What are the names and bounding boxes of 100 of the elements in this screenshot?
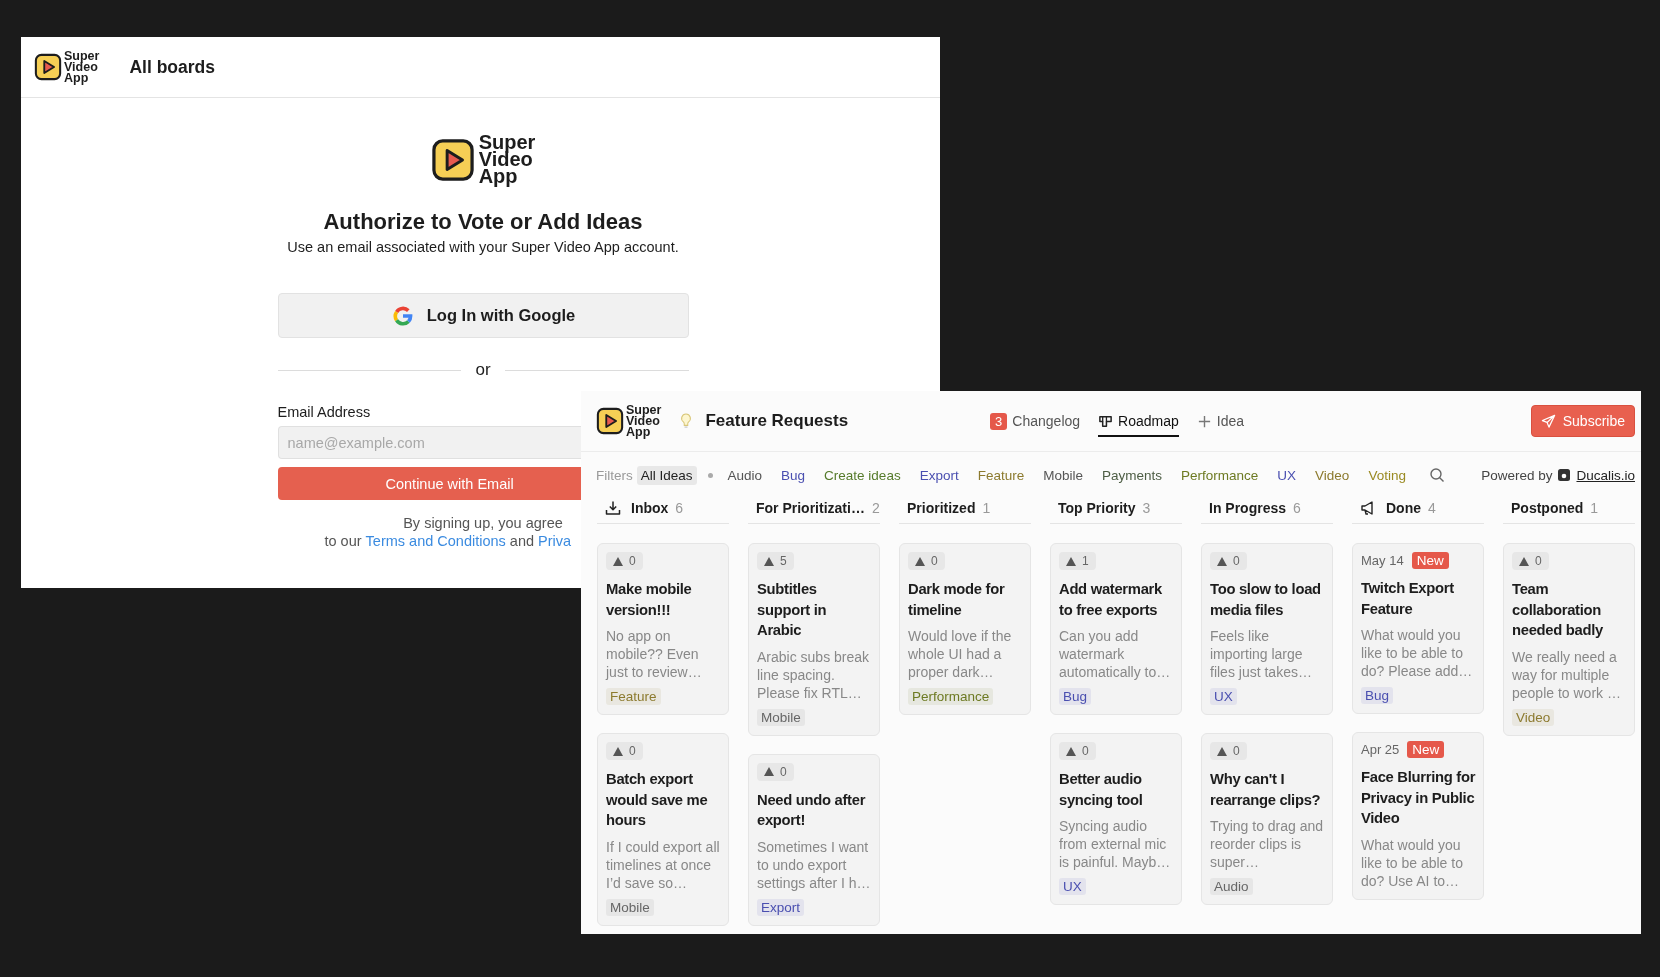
vote-button[interactable]: 0 [1210, 552, 1247, 570]
page-title: All boards [129, 56, 215, 78]
idea-card[interactable]: Apr 25 New Face Blurring for Privacy in Public Video What would you like to be able to do? Use AI to… [1352, 732, 1484, 900]
column-title: Done [1386, 500, 1421, 516]
tag: UX [1059, 878, 1086, 895]
email-field[interactable]: name@example.com [277, 426, 581, 459]
column-count: 1 [1590, 500, 1599, 516]
vote-button[interactable]: 0 [606, 742, 643, 760]
card-title: Batch export would save me hours [606, 770, 709, 830]
card-description: Arabic subs break line spacing. Please fix RTL… [757, 647, 871, 702]
privacy-link[interactable]: Priva [538, 533, 572, 549]
play-logo-icon [34, 53, 62, 81]
download-tray-icon [605, 500, 621, 516]
plus-icon [1196, 413, 1212, 429]
tag: Bug [1361, 687, 1394, 704]
powered-by-link[interactable]: Ducalis.io [1576, 467, 1635, 483]
filter-chip[interactable]: Mobile [1039, 465, 1087, 485]
idea-card[interactable]: 0 Dark mode for timeline Would love if the whole UI had a proper dark… Performance [899, 543, 1031, 715]
nav-tab[interactable]: Roadmap [1098, 405, 1179, 437]
column-count: 2 [871, 500, 880, 516]
google-login-button[interactable]: Log In with Google [277, 293, 689, 338]
card-title: Make mobile version!!! [606, 580, 693, 620]
card-description: What would you like to be able to do? Please add… [1361, 626, 1474, 680]
idea-card[interactable]: 1 Add watermark to free exports Can you add watermark automatically to… Bug [1050, 543, 1182, 715]
send-icon [1540, 413, 1556, 429]
filter-chip[interactable]: Performance [1177, 465, 1263, 485]
logo-text: Super Video App [478, 134, 536, 185]
logo-text: Super Video App [64, 50, 100, 84]
powered-by-text: Powered by [1481, 467, 1553, 483]
filter-chip[interactable]: All Ideas [636, 465, 697, 485]
card-description: Trying to drag and reorder clips is super… [1210, 817, 1325, 871]
card-title: Need undo after export! [757, 790, 867, 830]
idea-card[interactable]: 0 Too slow to load media files Feels like importing large files just takes… UX [1201, 543, 1333, 715]
tag: Performance [908, 688, 994, 705]
card-date: Apr 25 [1361, 742, 1400, 757]
card-description: Feels like importing large files just takes… [1210, 627, 1313, 681]
card-title: Add watermark to free exports [1059, 580, 1163, 620]
column-count: 4 [1428, 500, 1436, 516]
tag: Mobile [606, 898, 654, 916]
terms-link[interactable]: Terms and Conditions [365, 533, 506, 549]
vote-button[interactable]: 0 [908, 552, 945, 570]
idea-card[interactable]: 0 Batch export would save me hours If I could export all timelines at once I’d save so… Mobile [597, 733, 729, 926]
vote-button[interactable]: 0 [757, 762, 794, 781]
tag: Mobile [757, 708, 805, 726]
field-label: Email Address [277, 404, 371, 420]
upvote-icon [613, 746, 623, 756]
auth-heading: Authorize to Vote or Add Ideas [323, 209, 643, 235]
separator-dot [707, 472, 713, 478]
divider-text: or [475, 360, 491, 380]
filter-chip[interactable]: Audio [723, 465, 767, 485]
play-logo-icon [430, 137, 475, 182]
filter-chip[interactable]: UX [1273, 465, 1301, 485]
vote-button[interactable]: 0 [1059, 742, 1096, 760]
card-title: Too slow to load media files [1210, 580, 1322, 620]
tag: Export [757, 898, 805, 916]
filter-chip[interactable]: Feature [973, 465, 1029, 485]
idea-card[interactable]: 0 Why can't I rearrange clips? Trying to drag and reorder clips is super… Audio [1201, 733, 1333, 905]
filter-chip[interactable]: Video [1311, 465, 1354, 485]
idea-card[interactable]: 0 Team collaboration needed badly We really need a way for multiple people to work … Video [1503, 543, 1635, 736]
board-title: Feature Requests [705, 411, 849, 431]
nav-tab[interactable]: 3 Changelog [990, 404, 1081, 438]
new-badge: New [1407, 741, 1445, 758]
idea-card[interactable]: 0 Make mobile version!!! No app on mobile?? Even just to review… Feature [597, 543, 729, 715]
legal-text: By signing up, you agree [403, 515, 563, 531]
idea-card[interactable]: May 14 New Twitch Export Feature What would you like to be able to do? Please add… Bug [1352, 543, 1484, 714]
filter-chip[interactable]: Export [915, 465, 963, 485]
card-title: Twitch Export Feature [1361, 579, 1455, 619]
upvote-icon [915, 556, 925, 566]
upvote-icon [764, 556, 774, 566]
idea-card[interactable]: 0 Need undo after export! Sometimes I want to undo export settings after I h… Export [748, 753, 880, 926]
upvote-icon [1217, 746, 1227, 756]
vote-button[interactable]: 5 [757, 552, 794, 570]
card-description: Syncing audio from external mic is painful. Mayb… [1059, 817, 1172, 871]
column-title: Top Priority [1058, 500, 1136, 516]
tag: UX [1210, 688, 1237, 705]
column-title: In Progress [1209, 500, 1287, 516]
column-count: 6 [675, 500, 684, 516]
nav-tab[interactable]: Idea [1196, 405, 1245, 437]
vote-button[interactable]: 0 [606, 552, 643, 570]
card-title: Dark mode for timeline [908, 580, 1006, 620]
legal-text: and [509, 533, 535, 549]
idea-card[interactable]: 5 Subtitles support in Arabic Arabic subs break line spacing. Please fix RTL… Mobile [748, 543, 880, 736]
filter-chip[interactable]: Create ideas [820, 465, 905, 485]
search-icon[interactable] [1428, 467, 1445, 483]
filter-chip[interactable]: Payments [1098, 465, 1166, 485]
card-description: Can you add watermark automatically to… [1059, 627, 1172, 681]
idea-card[interactable]: 0 Better audio syncing tool Syncing audio from external mic is painful. Mayb… UX [1050, 733, 1182, 905]
brand-icon [1558, 469, 1571, 481]
new-badge: New [1411, 552, 1449, 569]
card-date: May 14 [1361, 553, 1404, 568]
column-title: Inbox [631, 500, 669, 516]
vote-button[interactable]: 1 [1059, 552, 1096, 570]
filter-chip[interactable]: Bug [777, 465, 810, 485]
column-title: Postponed [1511, 500, 1584, 516]
card-title: Better audio syncing tool [1059, 770, 1144, 810]
vote-button[interactable]: 0 [1512, 552, 1549, 570]
vote-button[interactable]: 0 [1210, 742, 1247, 760]
card-description: Sometimes I want to undo export settings after I h… [757, 837, 872, 892]
legal-text: to our [324, 533, 362, 549]
upvote-icon [764, 767, 774, 776]
